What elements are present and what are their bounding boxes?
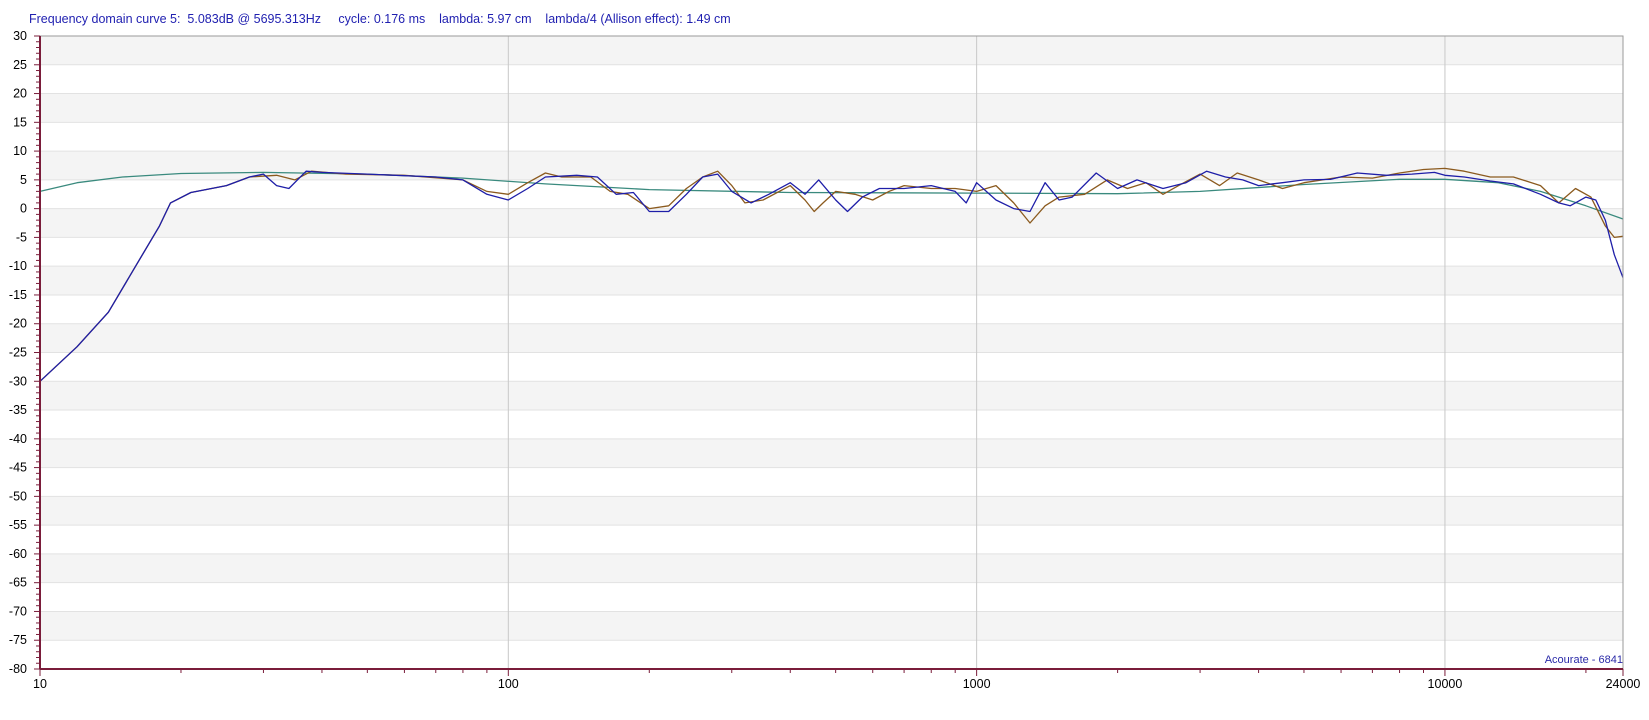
y-tick-label: 5 [20,173,27,187]
plot-band [40,496,1623,526]
y-tick-label: -30 [9,374,27,388]
x-tick-label: 1000 [963,677,991,691]
y-tick-label: 25 [13,58,27,72]
y-tick-label: -25 [9,346,27,360]
plot-band [40,381,1623,411]
y-tick-label: -65 [9,576,27,590]
plot-band [40,266,1623,295]
y-tick-label: 15 [13,115,27,129]
watermark: Acourate - 6841 [1545,654,1623,666]
plot-band [40,208,1623,238]
y-tick-label: -60 [9,547,27,561]
y-tick-label: -75 [9,633,27,647]
x-tick-label: 100 [498,677,519,691]
y-tick-label: -50 [9,489,27,503]
y-tick-label: -45 [9,461,27,475]
frequency-response-chart[interactable]: 30 25 20 15 10 5 0 -5 -10 -15 -20 -25 -30 -35 -40 -45 -5… [0,0,1649,720]
y-tick-label: -20 [9,317,27,331]
plot-band [40,36,1623,65]
y-tick-label: 0 [20,202,27,216]
plot-band [40,438,1623,468]
y-tick-label: -40 [9,432,27,446]
y-tick-label: -70 [9,604,27,618]
y-tick-label: -10 [9,259,27,273]
plot-band [40,93,1623,123]
x-tick-label: 10 [33,677,47,691]
plot-band [40,323,1623,353]
y-tick-label: -15 [9,288,27,302]
y-tick-label: 20 [13,87,27,101]
plot-band [40,553,1623,583]
y-tick-label: 30 [13,29,27,43]
y-tick-label: -55 [9,518,27,532]
x-tick-label: 24000 [1606,677,1641,691]
y-tick-label: 10 [13,144,27,158]
y-tick-label: -5 [16,230,27,244]
plot-band [40,611,1623,641]
x-tick-label: 10000 [1428,677,1463,691]
y-tick-label: -35 [9,403,27,417]
y-tick-label: -80 [9,662,27,676]
